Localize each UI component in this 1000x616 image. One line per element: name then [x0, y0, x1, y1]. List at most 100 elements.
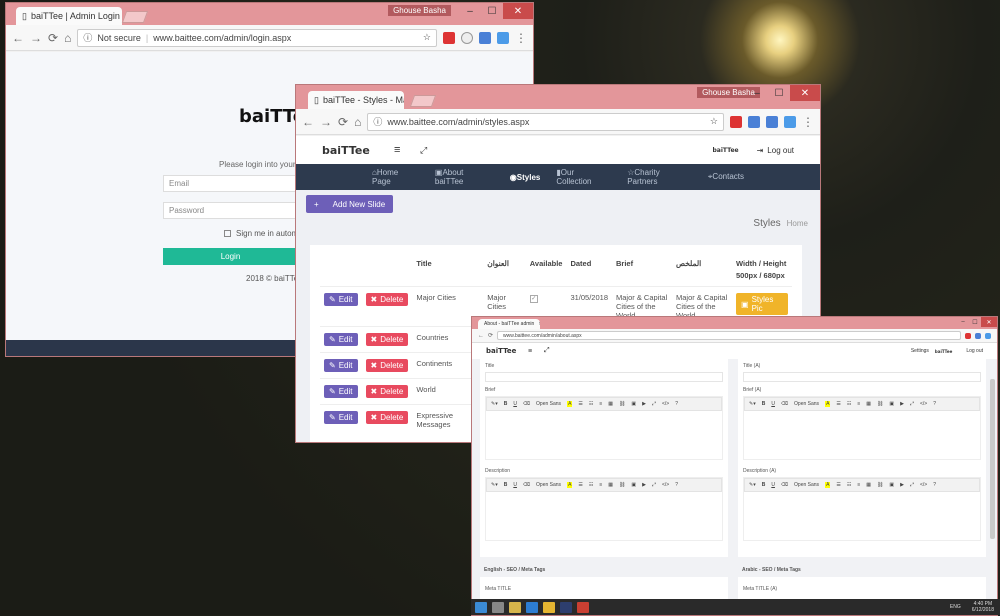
- ie-icon[interactable]: [526, 601, 538, 613]
- minimize-button[interactable]: –: [957, 317, 969, 327]
- help-icon[interactable]: ?: [675, 401, 678, 407]
- align-icon[interactable]: ≡: [857, 401, 860, 407]
- menu-icon[interactable]: ⋮: [802, 115, 814, 129]
- text-color-icon[interactable]: A: [567, 401, 573, 407]
- magic-icon[interactable]: ✎▾: [749, 401, 756, 407]
- edit-button[interactable]: ✎ Edit: [324, 385, 358, 398]
- underline-icon[interactable]: U: [771, 401, 775, 407]
- ordered-list-icon[interactable]: ☷: [589, 401, 593, 407]
- delete-button[interactable]: ✖ Delete: [365, 333, 409, 346]
- logout-icon[interactable]: ⇥: [757, 146, 764, 155]
- translate-icon[interactable]: [766, 115, 778, 128]
- magic-icon[interactable]: ✎▾: [491, 401, 498, 407]
- edit-button[interactable]: ✎ Edit: [324, 293, 358, 306]
- abp-icon[interactable]: [730, 115, 742, 128]
- code-icon[interactable]: </>: [662, 482, 669, 488]
- extension-icon[interactable]: [975, 332, 981, 339]
- extension-icon[interactable]: [497, 31, 509, 44]
- underline-icon[interactable]: U: [513, 401, 517, 407]
- image-icon[interactable]: ▣: [631, 401, 636, 407]
- text-color-icon[interactable]: A: [567, 482, 573, 488]
- brief-editor[interactable]: ✎▾ B U ⌫ Open Sans A ☰ ☷ ≡ ▦ ⛓ ▣ ▶ ⤢ </>?: [743, 396, 981, 460]
- maximize-button[interactable]: ☐: [969, 317, 981, 327]
- align-icon[interactable]: ≡: [599, 401, 602, 407]
- reload-icon[interactable]: ⟳: [488, 332, 493, 339]
- maximize-button[interactable]: ☐: [768, 85, 790, 101]
- extension-icon[interactable]: [461, 31, 473, 44]
- table-icon[interactable]: ▦: [866, 482, 871, 488]
- bold-icon[interactable]: B: [762, 401, 766, 407]
- eraser-icon[interactable]: ⌫: [523, 482, 530, 488]
- abp-icon[interactable]: [443, 31, 455, 44]
- hamburger-icon[interactable]: ≡: [528, 348, 544, 355]
- ordered-list-icon[interactable]: ☷: [847, 482, 851, 488]
- link-icon[interactable]: ⛓: [877, 401, 883, 407]
- expand-icon[interactable]: ⤢: [544, 347, 550, 355]
- table-icon[interactable]: ▦: [608, 482, 613, 488]
- font-select[interactable]: Open Sans: [794, 482, 819, 488]
- delete-button[interactable]: ✖ Delete: [365, 293, 409, 306]
- code-icon[interactable]: </>: [662, 401, 669, 407]
- logout-link[interactable]: Log out: [767, 146, 794, 155]
- image-icon[interactable]: ▣: [889, 401, 894, 407]
- image-icon[interactable]: ▣: [631, 482, 636, 488]
- description-editor[interactable]: ✎▾ B U ⌫ Open Sans A ☰ ☷ ≡ ▦ ⛓ ▣ ▶ ⤢ </>?: [743, 477, 981, 541]
- login-button[interactable]: Login: [163, 248, 298, 265]
- profile-badge[interactable]: Ghouse Basha: [388, 5, 451, 16]
- nav-item[interactable]: ⌂Home Page: [372, 168, 419, 186]
- close-window-button[interactable]: ✕: [981, 317, 997, 327]
- delete-button[interactable]: ✖ Delete: [365, 411, 409, 424]
- eraser-icon[interactable]: ⌫: [781, 401, 788, 407]
- start-icon[interactable]: [475, 601, 487, 613]
- fullscreen-icon[interactable]: ⤢: [910, 482, 914, 488]
- underline-icon[interactable]: U: [771, 482, 775, 488]
- fullscreen-icon[interactable]: ⤢: [652, 401, 656, 407]
- title-input[interactable]: [743, 372, 981, 382]
- magic-icon[interactable]: ✎▾: [749, 482, 756, 488]
- text-color-icon[interactable]: A: [825, 401, 831, 407]
- magic-icon[interactable]: ✎▾: [491, 482, 498, 488]
- close-window-button[interactable]: ✕: [503, 3, 533, 19]
- edit-button[interactable]: ✎ Edit: [324, 359, 358, 372]
- list-icon[interactable]: ☰: [578, 482, 582, 488]
- ordered-list-icon[interactable]: ☷: [589, 482, 593, 488]
- settings-link[interactable]: Settings: [911, 348, 929, 354]
- url-field[interactable]: ⓘ www.baittee.com/admin/styles.aspx ☆: [367, 112, 724, 131]
- eraser-icon[interactable]: ⌫: [523, 401, 530, 407]
- bold-icon[interactable]: B: [762, 482, 766, 488]
- bold-icon[interactable]: B: [504, 401, 508, 407]
- abp-icon[interactable]: [965, 332, 971, 339]
- forward-icon[interactable]: →: [30, 31, 42, 45]
- clock[interactable]: 4:40 PM 6/12/2018: [972, 601, 994, 613]
- minimize-button[interactable]: –: [746, 85, 768, 101]
- code-icon[interactable]: </>: [920, 401, 927, 407]
- nav-item[interactable]: ◉Styles: [510, 173, 541, 182]
- delete-button[interactable]: ✖ Delete: [365, 385, 409, 398]
- table-icon[interactable]: ▦: [608, 401, 613, 407]
- image-icon[interactable]: ▣: [889, 482, 894, 488]
- video-icon[interactable]: ▶: [900, 401, 904, 407]
- language-indicator[interactable]: ENG: [950, 604, 961, 610]
- add-new-slide-button[interactable]: + Add New Slide: [306, 195, 394, 213]
- home-icon[interactable]: ⌂: [64, 31, 71, 45]
- browser-tab[interactable]: ▯ baiTTee - Styles - Manag ✕: [308, 91, 404, 109]
- link-icon[interactable]: ⛓: [619, 401, 625, 407]
- app-icon[interactable]: [577, 601, 589, 613]
- styles-pic-button[interactable]: ▣ Styles Pic: [736, 293, 788, 315]
- extension-icon[interactable]: [784, 115, 796, 128]
- close-window-button[interactable]: ✕: [790, 85, 820, 101]
- extension-icon[interactable]: [985, 332, 991, 339]
- forward-icon[interactable]: →: [320, 115, 332, 129]
- star-icon[interactable]: ☆: [423, 32, 431, 43]
- fullscreen-icon[interactable]: ⤢: [910, 401, 914, 407]
- list-icon[interactable]: ☰: [836, 401, 840, 407]
- nav-item[interactable]: ▮Our Collection: [556, 168, 611, 186]
- help-icon[interactable]: ?: [933, 401, 936, 407]
- list-icon[interactable]: ☰: [578, 401, 582, 407]
- video-icon[interactable]: ▶: [900, 482, 904, 488]
- home-icon[interactable]: ⌂: [354, 115, 361, 129]
- underline-icon[interactable]: U: [513, 482, 517, 488]
- align-icon[interactable]: ≡: [599, 482, 602, 488]
- eraser-icon[interactable]: ⌫: [781, 482, 788, 488]
- star-icon[interactable]: ☆: [710, 116, 718, 127]
